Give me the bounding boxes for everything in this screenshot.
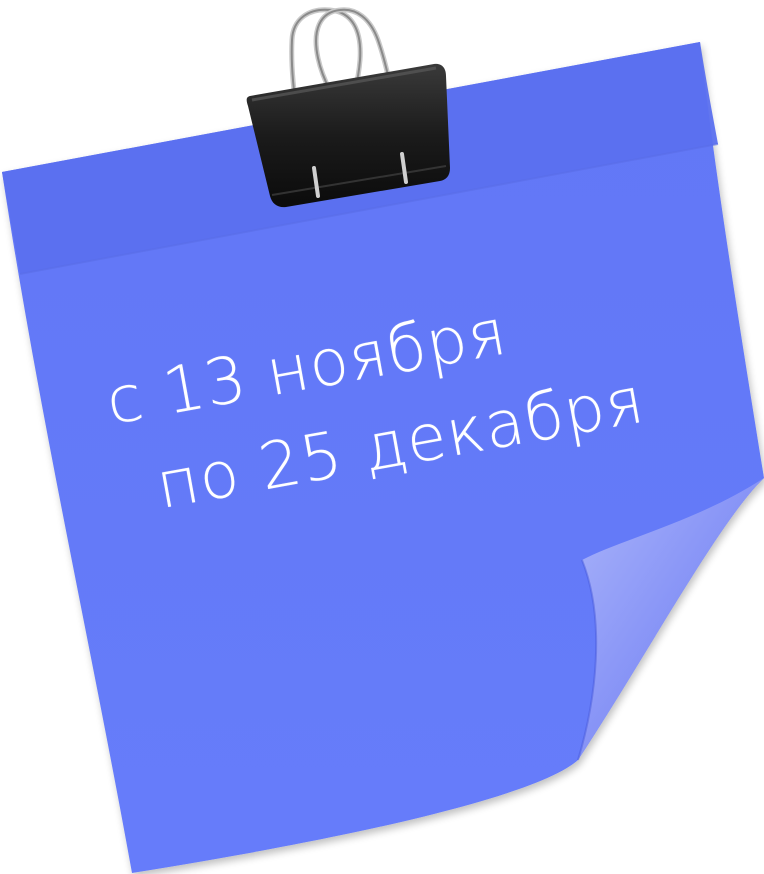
binder-clip-icon	[246, 7, 450, 208]
sticky-note-illustration	[2, 7, 764, 873]
